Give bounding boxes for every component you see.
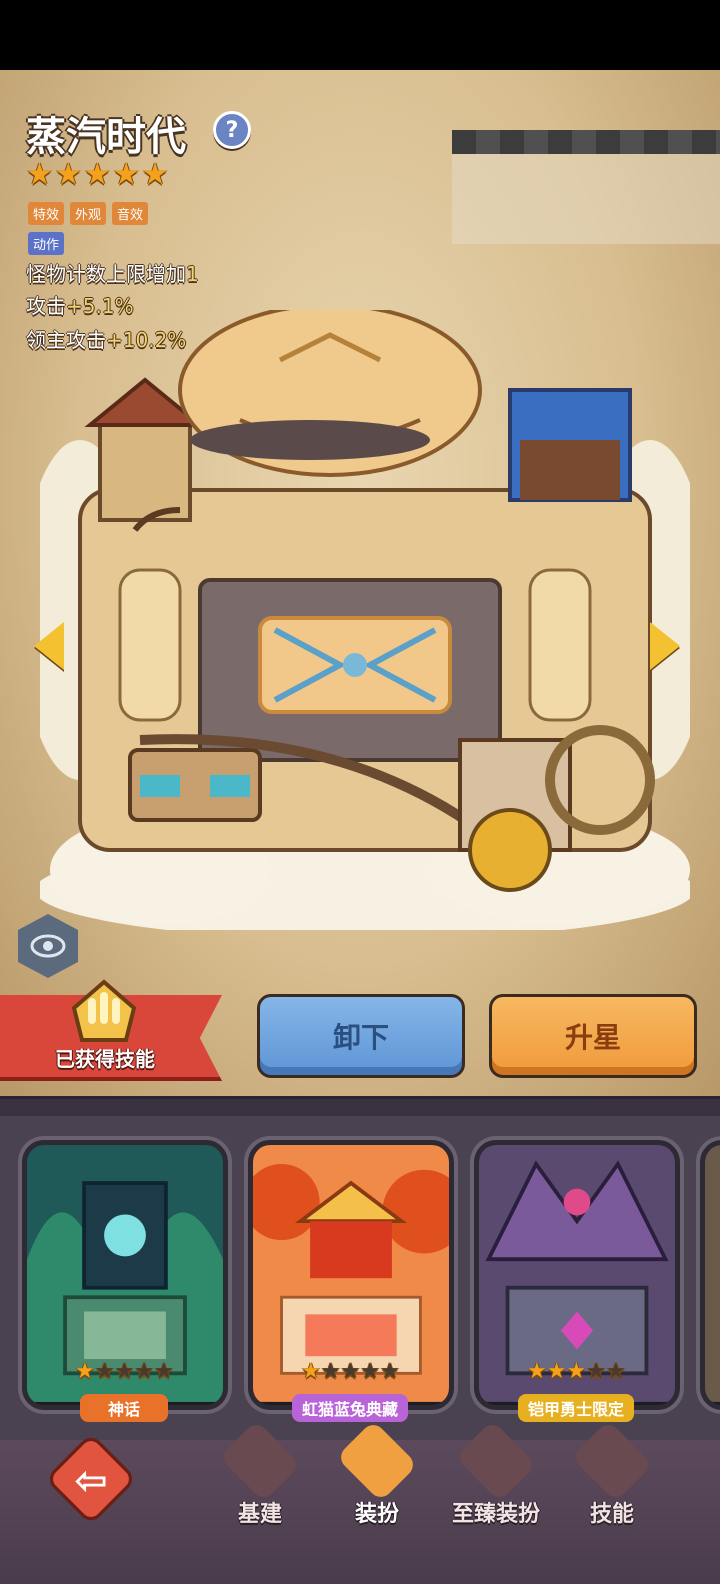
panel-header-strip xyxy=(0,1096,720,1116)
skill-emblem-icon xyxy=(71,979,137,1042)
stat-label: 领主攻击 xyxy=(26,328,106,352)
card-art-partial xyxy=(705,1145,720,1402)
feature-tag: 动作 xyxy=(28,232,65,255)
star-filled-icon: ★ xyxy=(26,157,53,192)
costume-icon xyxy=(336,1420,418,1502)
skin-card-mythic[interactable]: ★ ★ ★ ★ ★ xyxy=(22,1140,228,1410)
nav-tab-costume[interactable]: 装扮 xyxy=(327,1420,427,1527)
star-filled-icon: ★ xyxy=(75,1359,95,1384)
feature-tag: 音效 xyxy=(112,202,149,225)
skin-card-list[interactable]: ★ ★ ★ ★ ★ ★ ★ ★ ★ ★ ★ ★ ★ ★ ★ xyxy=(0,1130,720,1430)
back-arrow-icon: ⇦ xyxy=(74,1458,108,1504)
upgrade-star-button[interactable]: 升星 xyxy=(489,994,697,1078)
stat-value: +10.2% xyxy=(106,328,187,352)
nav-label: 基建 xyxy=(237,1502,282,1527)
status-bar xyxy=(0,0,720,70)
star-filled-icon: ★ xyxy=(141,157,169,192)
stat-label: 攻击 xyxy=(26,294,66,318)
star-empty-icon: ★ xyxy=(586,1359,606,1384)
skin-star-rating: ★ ★ ★ ★ ★ xyxy=(26,160,169,190)
card-star-rating: ★ ★ ★ ★ ★ xyxy=(301,1361,400,1383)
steam-era-island-art xyxy=(40,310,690,930)
skin-card-partial[interactable] xyxy=(700,1140,720,1410)
badge-label: 铠甲勇士限定 xyxy=(527,1400,624,1419)
star-empty-icon: ★ xyxy=(114,1359,135,1384)
stat-label: 怪物计数上限增加 xyxy=(26,262,186,286)
stat-attack: 攻击+5.1% xyxy=(26,290,134,319)
star-filled-icon: ★ xyxy=(527,1359,547,1384)
card-star-rating: ★ ★ ★ ★ ★ xyxy=(75,1361,174,1383)
star-empty-icon: ★ xyxy=(134,1359,154,1384)
feature-tag: 特效 xyxy=(28,202,65,225)
premium-costume-icon xyxy=(455,1420,537,1502)
badge-label: 神话 xyxy=(107,1400,140,1419)
star-filled-icon: ★ xyxy=(83,157,111,192)
skin-card-hongmao[interactable]: ★ ★ ★ ★ ★ xyxy=(248,1140,454,1410)
star-empty-icon: ★ xyxy=(94,1359,115,1384)
card-star-rating: ★ ★ ★ ★ ★ xyxy=(527,1361,626,1383)
star-filled-icon: ★ xyxy=(566,1359,587,1384)
star-empty-icon: ★ xyxy=(340,1359,361,1384)
star-filled-icon: ★ xyxy=(112,157,140,192)
nav-tab-skill[interactable]: 技能 xyxy=(562,1420,662,1527)
help-icon[interactable]: ? xyxy=(213,111,251,149)
pillar-icon xyxy=(219,1420,301,1502)
skill-icon xyxy=(571,1420,653,1502)
star-empty-icon: ★ xyxy=(360,1359,380,1384)
star-empty-icon: ★ xyxy=(153,1359,174,1384)
previous-skin-arrow-icon[interactable] xyxy=(34,622,64,670)
stat-value: +5.1% xyxy=(66,294,134,318)
acquired-skill-label: 已获得技能 xyxy=(55,1047,155,1071)
star-empty-icon: ★ xyxy=(320,1359,341,1384)
nav-label: 技能 xyxy=(589,1502,634,1527)
badge-label: 虹猫蓝兔典藏 xyxy=(301,1400,398,1419)
blurred-region xyxy=(452,130,720,154)
feature-tag: 外观 xyxy=(70,202,107,225)
next-skin-arrow-icon[interactable] xyxy=(650,622,680,670)
skin-card-armor-hero[interactable]: ★ ★ ★ ★ ★ xyxy=(474,1140,680,1410)
card-badge-armor-hero: 铠甲勇士限定 xyxy=(518,1394,634,1422)
feature-tags: 特效 外观 音效 xyxy=(28,202,149,225)
blurred-region-lower xyxy=(452,154,720,244)
eye-icon xyxy=(30,934,66,958)
star-empty-icon: ★ xyxy=(605,1359,626,1384)
star-filled-icon: ★ xyxy=(546,1359,567,1384)
star-empty-icon: ★ xyxy=(379,1359,400,1384)
stat-monster-cap: 怪物计数上限增加1 xyxy=(26,258,199,287)
feature-tags-row2: 动作 xyxy=(28,232,65,255)
star-filled-icon: ★ xyxy=(54,157,82,192)
skin-title: 蒸汽时代 xyxy=(26,114,186,160)
card-badge-mythic: 神话 xyxy=(80,1394,168,1422)
nav-tab-premium-costume[interactable]: 至臻装扮 xyxy=(446,1420,546,1527)
star-filled-icon: ★ xyxy=(301,1359,321,1384)
nav-label: 至臻装扮 xyxy=(451,1502,540,1527)
stat-value: 1 xyxy=(186,262,199,286)
nav-label: 装扮 xyxy=(354,1502,399,1527)
stat-lord-attack: 领主攻击+10.2% xyxy=(26,324,186,353)
nav-tab-infrastructure[interactable]: 基建 xyxy=(210,1420,310,1527)
card-badge-hongmao: 虹猫蓝兔典藏 xyxy=(292,1394,408,1422)
unload-button[interactable]: 卸下 xyxy=(257,994,465,1078)
